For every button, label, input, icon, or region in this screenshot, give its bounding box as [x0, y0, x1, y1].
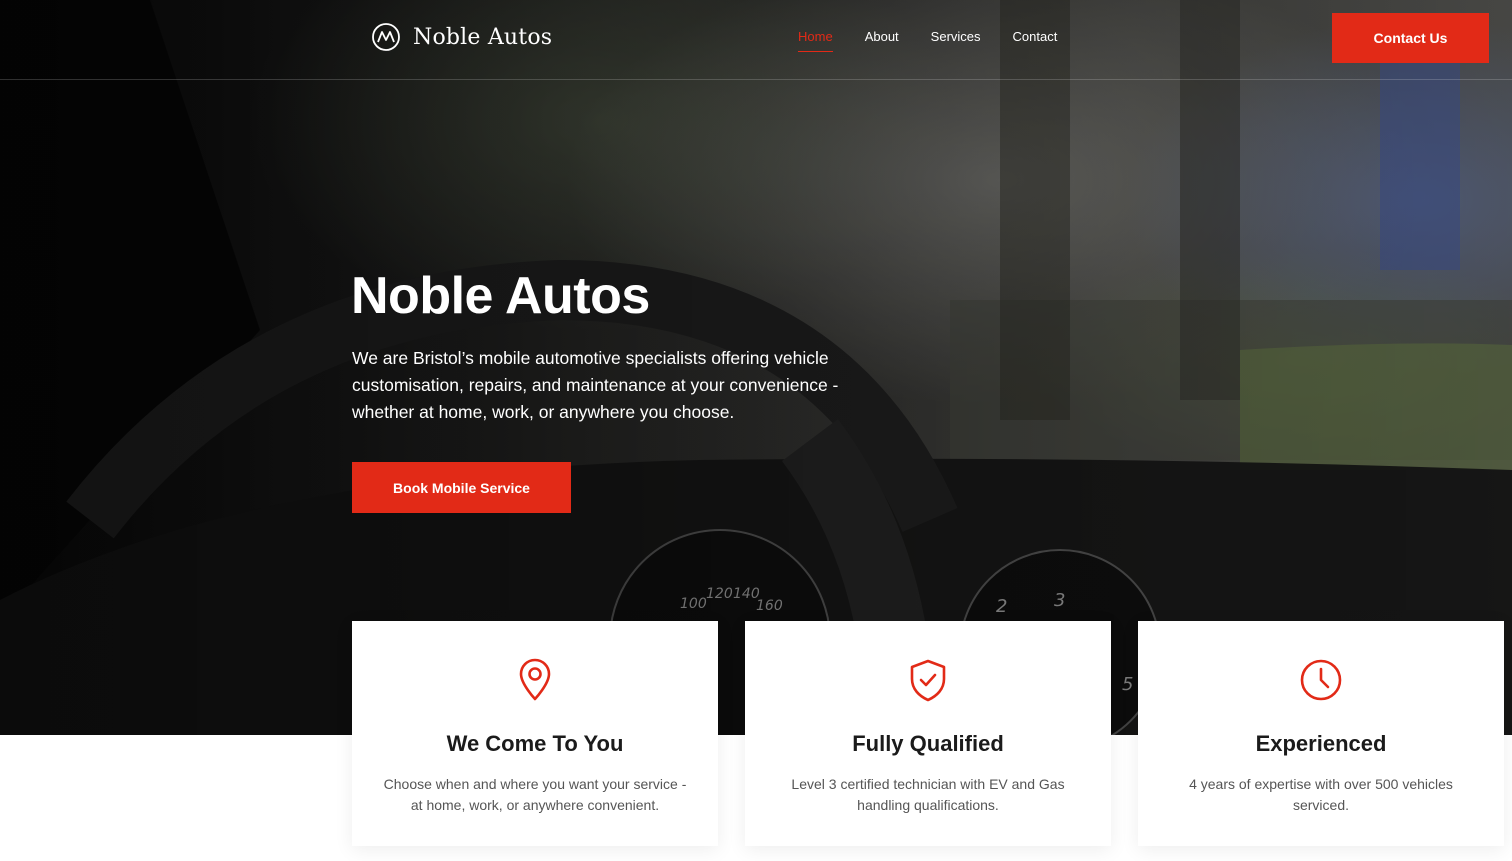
feature-card-fully-qualified: Fully Qualified Level 3 certified techni… — [745, 621, 1111, 846]
main-nav: Home About Services Contact — [798, 29, 1057, 52]
feature-text: 4 years of expertise with over 500 vehic… — [1189, 776, 1453, 813]
feature-text: Level 3 certified technician with EV and… — [791, 776, 1065, 813]
logo[interactable]: Noble Autos — [371, 22, 552, 52]
feature-card-we-come-to-you: We Come To You Choose when and where you… — [352, 621, 718, 846]
feature-card-experienced: Experienced 4 years of expertise with ov… — [1138, 621, 1504, 846]
feature-title: We Come To You — [446, 731, 624, 756]
location-pin-icon — [519, 658, 551, 701]
book-mobile-service-button[interactable]: Book Mobile Service — [352, 462, 571, 513]
feature-title: Experienced — [1255, 731, 1387, 756]
hero-title: Noble Autos — [351, 267, 650, 325]
nav-home[interactable]: Home — [798, 29, 833, 52]
contact-us-button[interactable]: Contact Us — [1332, 13, 1489, 63]
hero-description: We are Bristol’s mobile automotive speci… — [352, 348, 839, 422]
nav-contact[interactable]: Contact — [1013, 29, 1058, 52]
logo-text: Noble Autos — [413, 24, 553, 50]
feature-title: Fully Qualified — [852, 731, 1004, 756]
site-header: Noble Autos Home About Services Contact … — [0, 0, 1512, 80]
feature-text: Choose when and where you want your serv… — [383, 776, 687, 813]
nav-about[interactable]: About — [865, 29, 899, 52]
clock-icon — [1300, 659, 1342, 701]
logo-mountain-icon — [372, 23, 400, 51]
shield-check-icon — [910, 659, 946, 702]
nav-services[interactable]: Services — [931, 29, 981, 52]
